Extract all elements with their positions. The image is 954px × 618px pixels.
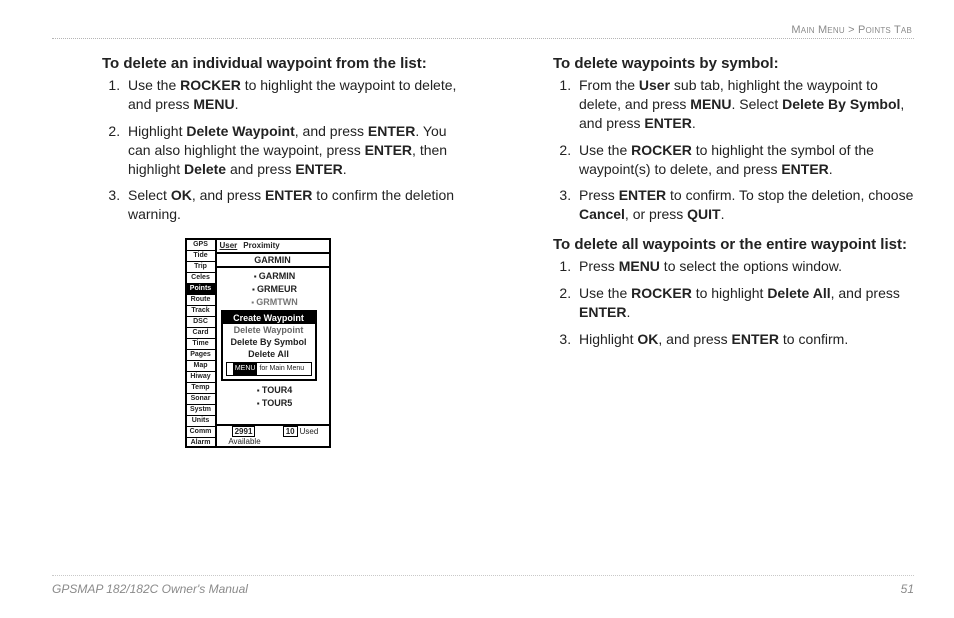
gps-tab-user: User	[217, 240, 241, 252]
gps-sidebar-item: Tide	[187, 251, 215, 262]
gps-sidebar-item: Units	[187, 416, 215, 427]
gps-sidebar-item: Card	[187, 328, 215, 339]
gps-sidebar-item: GPS	[187, 240, 215, 251]
gps-sidebar-item: Hiway	[187, 372, 215, 383]
section-heading-delete-by-symbol: To delete waypoints by symbol:	[553, 55, 914, 72]
steps-delete-by-symbol: From the User sub tab, highlight the way…	[553, 76, 914, 224]
page-footer: GPSMAP 182/182C Owner's Manual 51	[52, 575, 914, 596]
breadcrumb: Main Menu > Points Tab	[52, 24, 912, 36]
breadcrumb-child: Points Tab	[858, 24, 912, 36]
gps-sidebar-item: Systm	[187, 405, 215, 416]
gps-sidebar: GPSTideTripCelesPointsRouteTrackDSCCardT…	[187, 240, 217, 446]
breadcrumb-parent: Main Menu	[791, 24, 844, 36]
gps-waypoint-item: GRMEUR	[221, 283, 329, 296]
gps-search-value: GARMIN	[217, 254, 329, 268]
gps-sidebar-item: Map	[187, 361, 215, 372]
step: Highlight Delete Waypoint, and press ENT…	[124, 122, 463, 179]
step: Highlight OK, and press ENTER to confirm…	[575, 330, 914, 349]
content-columns: To delete an individual waypoint from th…	[52, 49, 914, 453]
manual-page: Main Menu > Points Tab To delete an indi…	[0, 0, 954, 618]
gps-sidebar-item: Temp	[187, 383, 215, 394]
gps-sidebar-item: Points	[187, 284, 215, 295]
section-heading-delete-individual: To delete an individual waypoint from th…	[102, 55, 463, 72]
breadcrumb-sep: >	[848, 24, 855, 36]
page-number: 51	[901, 582, 914, 596]
gps-waypoint-item: GRMTWN	[221, 296, 329, 309]
gps-popup-menu: Create Waypoint Delete Waypoint Delete B…	[221, 310, 317, 381]
gps-sidebar-item: Route	[187, 295, 215, 306]
gps-sidebar-item: Comm	[187, 427, 215, 438]
section-heading-delete-all: To delete all waypoints or the entire wa…	[553, 236, 914, 253]
header-divider	[52, 38, 914, 39]
gps-waypoint-item: TOUR4	[221, 384, 329, 397]
right-column: To delete waypoints by symbol: From the …	[503, 49, 914, 453]
gps-sidebar-item: Trip	[187, 262, 215, 273]
gps-waypoint-list-top: GARMINGRMEURGRMTWN	[217, 268, 329, 309]
gps-screenshot-graphic: GPSTideTripCelesPointsRouteTrackDSCCardT…	[52, 238, 463, 453]
step: Press ENTER to confirm. To stop the dele…	[575, 186, 914, 224]
popup-hint: MENUfor Main Menu	[226, 362, 312, 376]
gps-sidebar-item: Sonar	[187, 394, 215, 405]
footer-title: GPSMAP 182/182C Owner's Manual	[52, 582, 248, 596]
step: From the User sub tab, highlight the way…	[575, 76, 914, 133]
gps-sidebar-item: DSC	[187, 317, 215, 328]
left-column: To delete an individual waypoint from th…	[52, 49, 463, 453]
step: Press MENU to select the options window.	[575, 257, 914, 276]
steps-delete-all: Press MENU to select the options window.…	[553, 257, 914, 349]
gps-sidebar-item: Time	[187, 339, 215, 350]
gps-screen: GPSTideTripCelesPointsRouteTrackDSCCardT…	[185, 238, 331, 448]
popup-delete-waypoint: Delete Waypoint	[234, 325, 304, 335]
gps-tab-proximity: Proximity	[240, 240, 282, 252]
gps-waypoint-item: GARMIN	[221, 270, 329, 283]
popup-delete-by-symbol: Delete By Symbol	[230, 337, 306, 347]
gps-waypoint-item: TOUR5	[221, 397, 329, 410]
step: Select OK, and press ENTER to confirm th…	[124, 186, 463, 224]
gps-sidebar-item: Track	[187, 306, 215, 317]
steps-delete-individual: Use the ROCKER to highlight the waypoint…	[102, 76, 463, 224]
popup-delete-all: Delete All	[248, 349, 289, 359]
step: Use the ROCKER to highlight the symbol o…	[575, 141, 914, 179]
step: Use the ROCKER to highlight the waypoint…	[124, 76, 463, 114]
gps-tabs: User Proximity	[217, 240, 329, 254]
gps-sidebar-item: Celes	[187, 273, 215, 284]
step: Use the ROCKER to highlight Delete All, …	[575, 284, 914, 322]
gps-sidebar-item: Alarm	[187, 438, 215, 448]
popup-create-waypoint: Create Waypoint	[223, 312, 315, 324]
gps-status-bar: 2991Available 10Used	[217, 424, 329, 446]
gps-sidebar-item: Pages	[187, 350, 215, 361]
